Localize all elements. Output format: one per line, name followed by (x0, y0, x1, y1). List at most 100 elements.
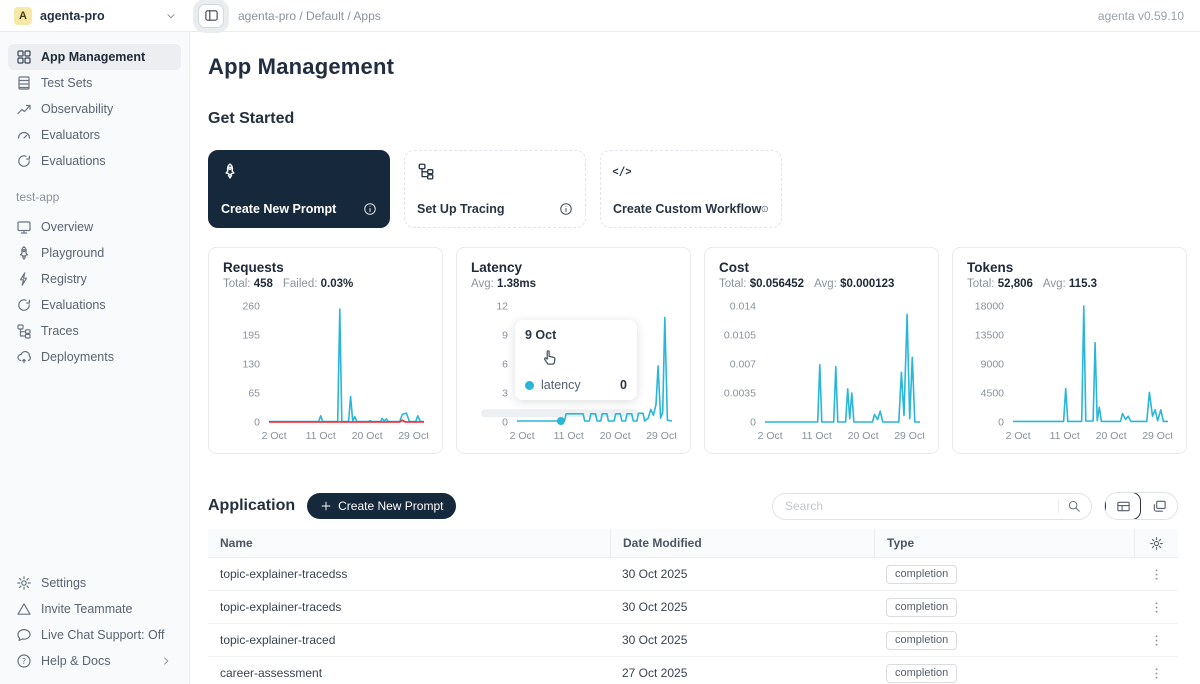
svg-text:130: 130 (242, 359, 260, 371)
svg-text:195: 195 (242, 330, 260, 342)
sidebar-item-live-chat-support-off[interactable]: Live Chat Support: Off (8, 622, 181, 648)
app-name: topic-explainer-traced (208, 633, 610, 647)
svg-text:0.007: 0.007 (730, 359, 756, 371)
svg-text:2 Oct: 2 Oct (262, 430, 287, 442)
app-date-modified: 30 Oct 2025 (610, 600, 874, 614)
kebab-menu-icon (1149, 600, 1164, 615)
svg-text:13500: 13500 (975, 330, 1004, 342)
sidebar-item-observability[interactable]: Observability (8, 96, 181, 122)
sidebar-item-app-management[interactable]: App Management (8, 44, 181, 70)
kebab-menu-icon (1149, 666, 1164, 681)
tree-icon (16, 323, 32, 339)
sidebar-item-playground[interactable]: Playground (8, 240, 181, 266)
sidebar-item-help-docs[interactable]: ?Help & Docs (8, 648, 181, 674)
column-header-date-modified: Date Modified (610, 529, 874, 557)
metric-card-tokens: TokensTotal: 52,806Avg: 115.304500900013… (952, 247, 1187, 454)
svg-text:29 Oct: 29 Oct (1142, 430, 1172, 442)
app-name: topic-explainer-tracedss (208, 567, 610, 581)
svg-text:29 Oct: 29 Oct (894, 430, 924, 442)
sidebar-toggle-button[interactable] (198, 4, 224, 28)
metric-card-latency: LatencyAvg: 1.38ms0369122 Oct11 Oct20 Oc… (456, 247, 691, 454)
info-icon[interactable] (761, 202, 769, 216)
svg-text:20 Oct: 20 Oct (600, 430, 631, 442)
table-view-button[interactable] (1105, 492, 1141, 520)
metric-stats: Total: 458Failed: 0.03% (223, 278, 428, 290)
sidebar-item-settings[interactable]: Settings (8, 570, 181, 596)
table-view-icon (1116, 499, 1131, 514)
svg-text:3: 3 (502, 388, 508, 400)
sidebar-item-evaluations[interactable]: Evaluations (8, 292, 181, 318)
row-menu-button[interactable] (1134, 633, 1178, 648)
info-icon[interactable] (363, 202, 377, 216)
app-date-modified: 27 Oct 2025 (610, 666, 874, 680)
svg-text:11 Oct: 11 Oct (1050, 430, 1080, 442)
kebab-menu-icon (1149, 567, 1164, 582)
kebab-menu-icon (1149, 633, 1164, 648)
chat-icon (16, 627, 32, 643)
get-started-card-create-new-prompt[interactable]: Create New Prompt (208, 150, 390, 228)
svg-text:6: 6 (502, 359, 508, 371)
triangle-icon (16, 601, 32, 617)
tree-icon (417, 162, 435, 180)
search-icon[interactable] (1058, 499, 1081, 513)
breadcrumb[interactable]: agenta-pro / Default / Apps (238, 9, 381, 23)
tooltip-series: latency (541, 378, 581, 392)
column-settings-icon[interactable] (1134, 529, 1178, 557)
search-input[interactable] (785, 499, 1058, 513)
sidebar-item-evaluations[interactable]: Evaluations (8, 148, 181, 174)
svg-text:0: 0 (750, 417, 756, 429)
create-new-prompt-button[interactable]: Create New Prompt (307, 493, 456, 519)
sidebar-item-deployments[interactable]: Deployments (8, 344, 181, 370)
svg-text:18000: 18000 (975, 301, 1004, 313)
sidebar-app-nav: OverviewPlaygroundRegistryEvaluationsTra… (8, 212, 181, 370)
svg-text:4500: 4500 (981, 388, 1005, 400)
chevron-down-icon (164, 9, 178, 23)
application-heading: Application (208, 497, 295, 515)
tooltip-value: 0 (620, 378, 627, 392)
svg-text:0: 0 (998, 417, 1004, 429)
legend-dot (525, 381, 534, 390)
sidebar-item-registry[interactable]: Registry (8, 266, 181, 292)
plus-icon (320, 500, 332, 512)
sidebar-toggle-icon (204, 8, 219, 23)
sidebar-item-invite-teammate[interactable]: Invite Teammate (8, 596, 181, 622)
workspace-selector[interactable]: A agenta-pro (0, 0, 190, 31)
sidebar-item-evaluators[interactable]: Evaluators (8, 122, 181, 148)
grid-icon (16, 49, 32, 65)
refresh-icon (16, 153, 32, 169)
card-view-icon (1152, 499, 1167, 514)
table-row-topic-explainer-traced[interactable]: topic-explainer-traced30 Oct 2025complet… (208, 624, 1178, 657)
app-name: career-assessment (208, 666, 610, 680)
top-bar: A agenta-pro agenta-pro / Default / Apps… (0, 0, 1200, 32)
svg-text:260: 260 (242, 301, 260, 313)
workspace-avatar: A (14, 7, 32, 25)
applications-table: NameDate ModifiedType topic-explainer-tr… (208, 529, 1178, 684)
row-menu-button[interactable] (1134, 600, 1178, 615)
type-badge: completion (886, 565, 957, 584)
table-row-topic-explainer-tracedss[interactable]: topic-explainer-tracedss30 Oct 2025compl… (208, 558, 1178, 591)
cloud-icon (16, 349, 32, 365)
type-badge: completion (886, 664, 957, 683)
row-menu-button[interactable] (1134, 666, 1178, 681)
chevron-right-icon (159, 654, 173, 668)
info-icon[interactable] (559, 202, 573, 216)
get-started-card-set-up-tracing[interactable]: Set Up Tracing (404, 150, 586, 228)
table-header: NameDate ModifiedType (208, 529, 1178, 558)
type-badge: completion (886, 598, 957, 617)
get-started-card-create-custom-workflow[interactable]: </>Create Custom Workflow (600, 150, 782, 228)
sidebar-item-overview[interactable]: Overview (8, 214, 181, 240)
table-row-topic-explainer-traceds[interactable]: topic-explainer-traceds30 Oct 2025comple… (208, 591, 1178, 624)
sidebar-item-test-sets[interactable]: Test Sets (8, 70, 181, 96)
svg-text:0: 0 (502, 417, 508, 429)
card-view-button[interactable] (1141, 493, 1177, 519)
sidebar: App ManagementTest SetsObservabilityEval… (0, 32, 190, 684)
svg-text:11 Oct: 11 Oct (306, 430, 336, 442)
table-row-career-assessment[interactable]: career-assessment27 Oct 2025 completion (208, 657, 1178, 684)
svg-text:</>: </> (613, 165, 631, 178)
svg-text:2 Oct: 2 Oct (510, 430, 535, 442)
svg-text:2 Oct: 2 Oct (1006, 430, 1031, 442)
sidebar-item-traces[interactable]: Traces (8, 318, 181, 344)
svg-text:29 Oct: 29 Oct (646, 430, 676, 442)
metric-card-cost: CostTotal: $0.056452Avg: $0.00012300.003… (704, 247, 939, 454)
row-menu-button[interactable] (1134, 567, 1178, 582)
